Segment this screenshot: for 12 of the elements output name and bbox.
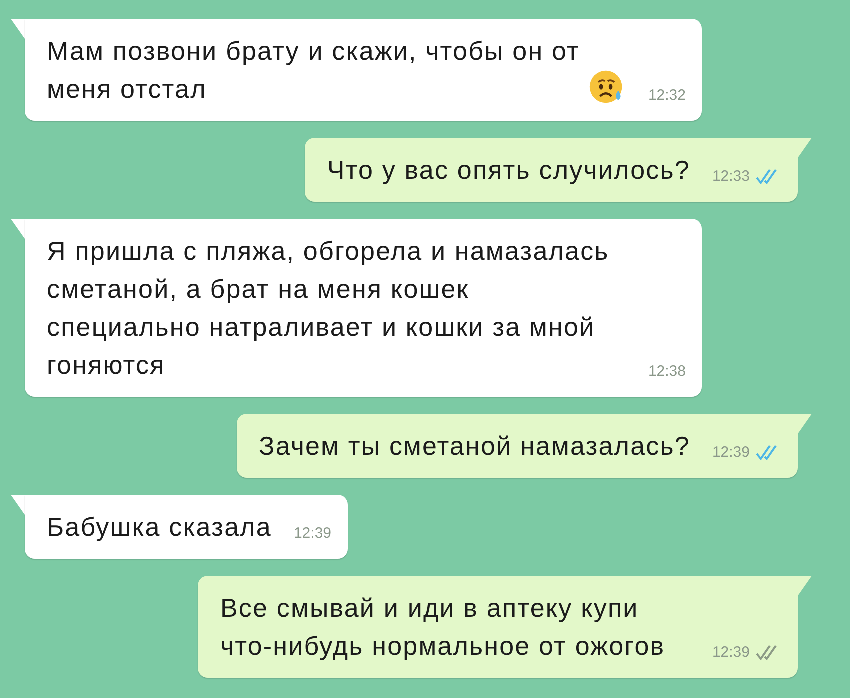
message-text: Бабушка сказала xyxy=(47,511,272,544)
message-time: 12:39 xyxy=(712,643,750,663)
message-text: Все смывай и иди в аптеку купи что-нибудь нормальное от ожогов xyxy=(220,592,666,663)
message-text: Я пришла с пляжа, обгорела и намазалась сметаной, а брат на меня кошек специально натраливает и кошки за мной гоняются xyxy=(47,235,610,382)
message-text: Мам позвони брату и скажи, чтобы он от меня отстал xyxy=(47,35,582,106)
message-time: 12:39 xyxy=(712,443,750,463)
message-text: Зачем ты сметаной намазалась? xyxy=(259,430,690,463)
message-time: 12:38 xyxy=(648,362,686,382)
message-time: 12:33 xyxy=(712,167,750,187)
message-time: 12:39 xyxy=(294,524,332,544)
message-time: 12:32 xyxy=(648,86,686,106)
message-text: Что у вас опять случилось? xyxy=(327,154,690,187)
